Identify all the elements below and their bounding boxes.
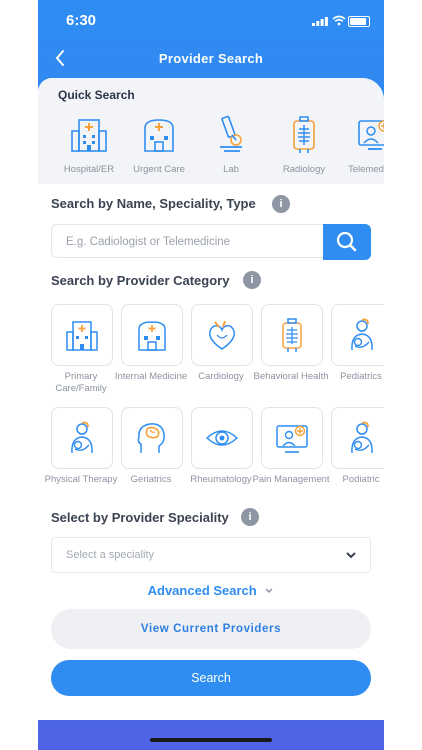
category-pain-management[interactable] <box>261 407 323 469</box>
category-geriatrics[interactable] <box>121 407 183 469</box>
urgent-care-icon <box>144 119 174 152</box>
category-label: Cardiology <box>198 371 244 382</box>
page-title: Provider Search <box>158 51 264 66</box>
hospital-icon <box>66 321 98 351</box>
category-internal-medicine[interactable] <box>121 304 183 366</box>
speciality-select[interactable]: Select a speciality <box>51 537 371 573</box>
telemedicine-icon <box>358 120 384 150</box>
quick-search-title: Quick Search <box>58 88 135 102</box>
category-behavioral-health[interactable] <box>261 304 323 366</box>
mother-baby-icon <box>351 421 373 454</box>
search-section-title: Search by Name, Speciality, Type <box>51 196 256 211</box>
search-icon-button[interactable] <box>323 224 371 260</box>
category-podiatric[interactable] <box>331 407 384 469</box>
category-label: Podiatric <box>342 474 380 485</box>
right-margin <box>384 0 422 750</box>
search-input[interactable]: E.g. Cadiologist or Telemedicine <box>51 224 323 258</box>
quick-search-telemed[interactable]: Telemed <box>338 106 384 184</box>
nav-bar: Provider Search <box>38 42 384 74</box>
category-label: Internal Medicine <box>114 371 188 382</box>
category-cardiology[interactable] <box>191 304 253 366</box>
category-rheumatology[interactable] <box>191 407 253 469</box>
category-label: Geriatrics <box>130 474 172 485</box>
category-section-title: Search by Provider Category <box>51 273 230 288</box>
hospital-icon <box>71 119 107 152</box>
quick-search-urgent-care[interactable]: Urgent Care <box>122 106 196 184</box>
category-label: Pediatrics <box>340 371 382 382</box>
advanced-search-link[interactable]: Advanced Search <box>38 583 384 598</box>
phone-screen: 6:30 Provider Search Quick Search Hospit… <box>38 0 384 750</box>
eye-icon <box>205 430 239 446</box>
brain-icon <box>137 423 165 453</box>
speciality-section-title: Select by Provider Speciality <box>51 510 229 525</box>
category-label: Primary Care/Family <box>55 371 107 394</box>
quick-search-label: Radiology <box>282 164 326 175</box>
info-icon[interactable]: i <box>243 271 261 289</box>
info-icon[interactable]: i <box>272 195 290 213</box>
signal-icon <box>312 17 328 26</box>
battery-icon <box>348 16 370 27</box>
category-primary-care[interactable] <box>51 304 113 366</box>
chevron-down-icon <box>265 588 273 593</box>
telemedicine-icon <box>276 425 308 453</box>
content-card: Quick Search Hospital/ER Urgent Care Lab… <box>38 78 384 720</box>
category-pediatrics[interactable] <box>331 304 384 366</box>
speciality-placeholder: Select a speciality <box>66 549 155 561</box>
mother-baby-icon <box>71 421 93 454</box>
home-indicator <box>150 738 272 742</box>
microscope-icon <box>220 115 242 152</box>
view-current-providers-button[interactable]: View Current Providers <box>51 609 371 649</box>
chevron-down-icon <box>346 552 356 559</box>
advanced-search-label: Advanced Search <box>147 583 257 598</box>
category-label: Behavioral Health <box>253 371 329 382</box>
info-icon[interactable]: i <box>241 508 259 526</box>
category-label: Pain Management <box>252 474 330 485</box>
quick-search-section: Quick Search Hospital/ER Urgent Care Lab… <box>38 78 384 184</box>
status-time: 6:30 <box>66 12 97 29</box>
quick-search-hospital[interactable]: Hospital/ER <box>52 106 126 184</box>
category-label: Physical Therapy <box>44 474 118 485</box>
hospital-icon <box>138 321 166 351</box>
quick-search-radiology[interactable]: Radiology <box>267 106 341 184</box>
quick-search-lab[interactable]: Lab <box>194 106 268 184</box>
status-bar: 6:30 <box>38 0 384 42</box>
xray-icon <box>293 116 315 153</box>
heart-icon <box>209 320 235 350</box>
mother-baby-icon <box>351 318 373 351</box>
quick-search-label: Telemed <box>348 164 384 175</box>
search-icon <box>336 231 357 252</box>
category-label: Rheumatology <box>190 474 252 485</box>
left-margin <box>0 0 38 750</box>
category-physical-therapy[interactable] <box>51 407 113 469</box>
search-button[interactable]: Search <box>51 660 371 696</box>
xray-icon <box>282 318 302 352</box>
wifi-icon <box>332 15 346 26</box>
